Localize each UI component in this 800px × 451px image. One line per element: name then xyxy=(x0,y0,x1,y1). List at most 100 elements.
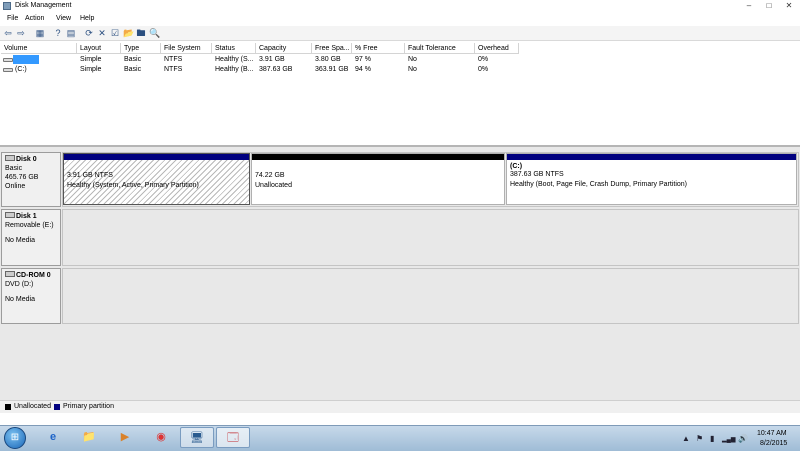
refresh-icon[interactable]: ⟳ xyxy=(84,28,94,38)
partition-size: 3.91 GB NTFS xyxy=(67,172,113,179)
disk-state: No Media xyxy=(5,296,35,303)
disk-graphical-view: Disk 0 Basic 465.76 GB Online 3.91 GB NT… xyxy=(0,147,800,400)
column-percent-free[interactable]: % Free xyxy=(352,43,405,54)
row-fault-tolerance: No xyxy=(408,66,417,73)
maximize-button[interactable]: □ xyxy=(762,1,776,11)
cd-drive-icon xyxy=(5,271,15,277)
row-fault-tolerance: No xyxy=(408,56,417,63)
column-file-system[interactable]: File System xyxy=(161,43,212,54)
forward-icon[interactable]: ⇨ xyxy=(16,28,26,38)
partition-title: (C:) xyxy=(510,163,523,170)
disk-kind: DVD (D:) xyxy=(5,281,34,288)
start-button[interactable]: ⊞ xyxy=(4,427,26,449)
row-capacity: 387.63 GB xyxy=(259,66,293,73)
column-status[interactable]: Status xyxy=(212,43,256,54)
disk-management-taskbar-icon[interactable]: 🗔 xyxy=(216,427,250,448)
network-icon[interactable]: ▂▄▆ xyxy=(722,436,735,443)
column-capacity[interactable]: Capacity xyxy=(256,43,312,54)
legend: Unallocated Primary partition xyxy=(0,400,800,413)
column-free-space[interactable]: Free Spa... xyxy=(312,43,352,54)
row-layout: Simple xyxy=(80,56,102,63)
disk-kind: Removable (E:) xyxy=(5,222,54,229)
internet-explorer-icon[interactable]: e xyxy=(36,427,70,448)
battery-icon[interactable]: ▮ xyxy=(710,434,714,443)
console-tree-icon[interactable]: ▦ xyxy=(35,28,45,38)
open-folder-icon[interactable]: 📂 xyxy=(123,28,134,38)
partition-size: 74.22 GB xyxy=(255,172,285,179)
disk-1-label[interactable]: Disk 1 Removable (E:) No Media xyxy=(1,209,61,266)
disk-1-space xyxy=(62,209,799,266)
menu-help[interactable]: Help xyxy=(80,15,94,22)
volume-icon[interactable]: 🔊 xyxy=(738,434,748,443)
partition-unallocated[interactable]: 74.22 GB Unallocated xyxy=(251,153,505,205)
column-volume[interactable]: Volume xyxy=(1,43,77,54)
search-icon[interactable]: 🔍 xyxy=(149,28,160,38)
title-bar: Disk Management – □ ✕ xyxy=(0,0,800,12)
menu-view[interactable]: View xyxy=(56,15,71,22)
row-type: Basic xyxy=(124,56,142,63)
help-icon[interactable]: ? xyxy=(53,28,63,38)
clock-date[interactable]: 8/2/2015 xyxy=(760,440,787,447)
action-center-flag-icon[interactable]: ⚑ xyxy=(696,434,703,443)
close-button[interactable]: ✕ xyxy=(782,1,796,11)
legend-primary: Primary partition xyxy=(63,403,114,410)
volume-name-selected[interactable] xyxy=(13,55,39,64)
hard-disk-icon xyxy=(5,155,15,161)
partition-c[interactable]: (C:) 387.63 GB NTFS Healthy (Boot, Page … xyxy=(506,153,797,205)
chrome-icon[interactable]: ◉ xyxy=(144,427,178,448)
column-layout[interactable]: Layout xyxy=(77,43,121,54)
disk-0-partitions: 3.91 GB NTFS Healthy (System, Active, Pr… xyxy=(62,152,799,207)
partition-status: Unallocated xyxy=(255,182,292,189)
removable-disk-icon xyxy=(5,212,15,218)
menu-file[interactable]: File xyxy=(7,15,18,22)
partition-status: Healthy (System, Active, Primary Partiti… xyxy=(67,182,199,189)
disk-kind: Basic xyxy=(5,165,23,172)
row-layout: Simple xyxy=(80,66,102,73)
row-percent-free: 97 % xyxy=(355,56,371,63)
row-volume[interactable]: (C:) xyxy=(15,66,27,73)
drive-icon xyxy=(3,58,13,62)
disk-state: No Media xyxy=(5,237,35,244)
check-icon[interactable]: ☑ xyxy=(110,28,120,38)
column-type[interactable]: Type xyxy=(121,43,161,54)
row-capacity: 3.91 GB xyxy=(259,56,285,63)
menu-action[interactable]: Action xyxy=(25,15,44,22)
tray-chevron-icon[interactable]: ▲ xyxy=(682,434,690,443)
file-explorer-icon[interactable]: 📁 xyxy=(72,427,106,448)
row-type: Basic xyxy=(124,66,142,73)
volume-list[interactable]: Volume Layout Type File System Status Ca… xyxy=(0,42,800,147)
column-overhead[interactable]: Overhead xyxy=(475,43,519,54)
row-free-space: 363.91 GB xyxy=(315,66,349,73)
drive-icon xyxy=(3,68,13,72)
menu-bar: File Action View Help xyxy=(0,13,800,25)
minimize-button[interactable]: – xyxy=(742,1,756,11)
row-file-system: NTFS xyxy=(164,56,183,63)
explore-icon[interactable]: 🖿 xyxy=(136,28,146,38)
delete-icon[interactable]: ✕ xyxy=(97,28,107,38)
media-player-icon[interactable]: ▶ xyxy=(108,427,142,448)
row-overhead: 0% xyxy=(478,66,489,73)
disk-state: Online xyxy=(5,183,26,190)
cdrom-0-space xyxy=(62,268,799,324)
back-icon[interactable]: ⇦ xyxy=(3,28,13,38)
row-file-system: NTFS xyxy=(164,66,183,73)
disk-management-icon xyxy=(3,2,11,10)
partition-system[interactable]: 3.91 GB NTFS Healthy (System, Active, Pr… xyxy=(63,153,250,205)
window-title: Disk Management xyxy=(15,2,72,9)
disk-name: Disk 1 xyxy=(16,213,37,220)
properties-icon[interactable]: ▤ xyxy=(66,28,76,38)
computer-management-icon[interactable]: 🖥 xyxy=(180,427,214,448)
legend-primary-swatch xyxy=(54,404,60,410)
partition-size: 387.63 GB NTFS xyxy=(510,171,564,178)
disk-name: CD-ROM 0 xyxy=(16,272,51,279)
cdrom-0-label[interactable]: CD-ROM 0 DVD (D:) No Media xyxy=(1,268,61,324)
partition-status: Healthy (Boot, Page File, Crash Dump, Pr… xyxy=(510,181,688,188)
row-free-space: 3.80 GB xyxy=(315,56,341,63)
legend-unallocated-swatch xyxy=(5,404,11,410)
column-fault-tolerance[interactable]: Fault Tolerance xyxy=(405,43,475,54)
disk-size: 465.76 GB xyxy=(5,174,39,181)
clock-time[interactable]: 10:47 AM xyxy=(757,430,787,437)
legend-unallocated: Unallocated xyxy=(14,403,51,410)
disk-0-label[interactable]: Disk 0 Basic 465.76 GB Online xyxy=(1,152,61,207)
toolbar: ⇦ ⇨ ▦ ? ▤ ⟳ ✕ ☑ 📂 🖿 🔍 xyxy=(0,26,800,41)
